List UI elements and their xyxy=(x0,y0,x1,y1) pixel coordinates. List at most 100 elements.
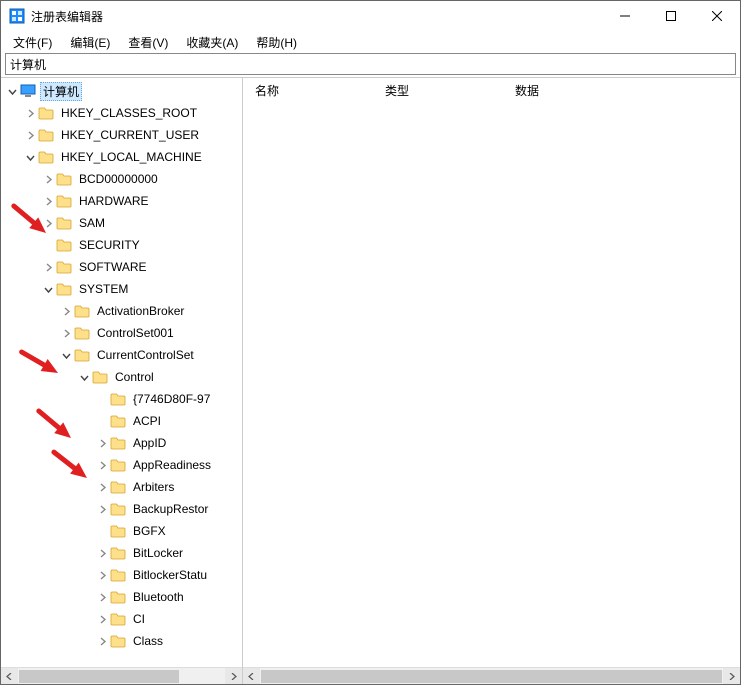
chevron-down-icon[interactable] xyxy=(77,370,91,384)
tree-node[interactable]: HKEY_LOCAL_MACHINE xyxy=(1,146,242,168)
chevron-right-icon[interactable] xyxy=(95,612,109,626)
window-buttons xyxy=(602,1,740,31)
tree-node[interactable]: HKEY_CLASSES_ROOT xyxy=(1,102,242,124)
minimize-button[interactable] xyxy=(602,1,648,31)
folder-icon xyxy=(110,414,126,428)
chevron-right-icon[interactable] xyxy=(95,480,109,494)
tree-node[interactable]: {7746D80F-97 xyxy=(1,388,242,410)
values-list[interactable] xyxy=(243,102,740,667)
folder-icon xyxy=(56,216,72,230)
scroll-right-icon[interactable] xyxy=(225,668,242,684)
tree-node[interactable]: BGFX xyxy=(1,520,242,542)
column-data[interactable]: 数据 xyxy=(503,78,740,103)
tree-node[interactable]: SYSTEM xyxy=(1,278,242,300)
scroll-left-icon[interactable] xyxy=(243,668,260,684)
tree-node-label: HKEY_CURRENT_USER xyxy=(58,127,202,143)
tree-node[interactable]: Control xyxy=(1,366,242,388)
address-bar[interactable]: 计算机 xyxy=(5,53,736,75)
values-hscrollbar[interactable] xyxy=(243,667,740,684)
tree-node[interactable]: BitLocker xyxy=(1,542,242,564)
folder-icon xyxy=(110,436,126,450)
chevron-right-icon[interactable] xyxy=(23,128,37,142)
tree-node[interactable]: AppReadiness xyxy=(1,454,242,476)
menubar: 文件(F) 编辑(E) 查看(V) 收藏夹(A) 帮助(H) xyxy=(1,31,740,53)
menu-file[interactable]: 文件(F) xyxy=(5,32,60,53)
chevron-right-icon[interactable] xyxy=(95,436,109,450)
chevron-right-icon[interactable] xyxy=(95,458,109,472)
tree-node[interactable]: Arbiters xyxy=(1,476,242,498)
tree-node-label: ACPI xyxy=(130,413,164,429)
tree-node[interactable]: Class xyxy=(1,630,242,652)
chevron-right-icon[interactable] xyxy=(95,634,109,648)
tree-node[interactable]: HARDWARE xyxy=(1,190,242,212)
menu-edit[interactable]: 编辑(E) xyxy=(62,32,118,53)
chevron-right-icon[interactable] xyxy=(95,568,109,582)
tree-node[interactable]: ControlSet001 xyxy=(1,322,242,344)
folder-icon xyxy=(56,172,72,186)
tree-node-label: 计算机 xyxy=(40,82,82,101)
chevron-right-icon[interactable] xyxy=(59,304,73,318)
chevron-right-icon[interactable] xyxy=(95,502,109,516)
column-type[interactable]: 类型 xyxy=(373,78,503,103)
tree-node[interactable]: HKEY_CURRENT_USER xyxy=(1,124,242,146)
tree-hscrollbar[interactable] xyxy=(1,667,242,684)
scroll-left-icon[interactable] xyxy=(1,668,18,684)
menu-help[interactable]: 帮助(H) xyxy=(248,32,305,53)
tree-node[interactable]: SAM xyxy=(1,212,242,234)
chevron-down-icon[interactable] xyxy=(41,282,55,296)
registry-tree[interactable]: 计算机HKEY_CLASSES_ROOT HKEY_CURRENT_USER HKE… xyxy=(1,78,242,667)
menu-favorites[interactable]: 收藏夹(A) xyxy=(178,32,246,53)
tree-node[interactable]: Bluetooth xyxy=(1,586,242,608)
tree-node-label: Bluetooth xyxy=(130,589,187,605)
folder-icon xyxy=(56,282,72,296)
column-name[interactable]: 名称 xyxy=(243,78,373,103)
column-headers: 名称 类型 数据 xyxy=(243,78,740,102)
tree-node[interactable]: ACPI xyxy=(1,410,242,432)
chevron-right-icon[interactable] xyxy=(23,106,37,120)
tree-node[interactable]: ActivationBroker xyxy=(1,300,242,322)
tree-node-label: Control xyxy=(112,369,157,385)
tree-node[interactable]: CurrentControlSet xyxy=(1,344,242,366)
app-icon xyxy=(9,8,25,24)
tree-node-label: Arbiters xyxy=(130,479,177,495)
chevron-down-icon[interactable] xyxy=(23,150,37,164)
tree-node[interactable]: BCD00000000 xyxy=(1,168,242,190)
tree-node[interactable]: BackupRestor xyxy=(1,498,242,520)
chevron-right-icon[interactable] xyxy=(95,590,109,604)
tree-node-label: SAM xyxy=(76,215,108,231)
tree-node-label: CI xyxy=(130,611,148,627)
tree-node-label: HARDWARE xyxy=(76,193,152,209)
folder-icon xyxy=(74,304,90,318)
tree-node-label: ActivationBroker xyxy=(94,303,187,319)
chevron-right-icon[interactable] xyxy=(41,260,55,274)
chevron-down-icon[interactable] xyxy=(5,84,19,98)
window-title: 注册表编辑器 xyxy=(31,8,602,25)
tree-node-label: AppReadiness xyxy=(130,457,214,473)
folder-icon xyxy=(56,194,72,208)
chevron-right-icon[interactable] xyxy=(41,194,55,208)
folder-icon xyxy=(110,502,126,516)
scroll-right-icon[interactable] xyxy=(723,668,740,684)
tree-node[interactable]: AppID xyxy=(1,432,242,454)
menu-view[interactable]: 查看(V) xyxy=(120,32,176,53)
chevron-right-icon[interactable] xyxy=(41,172,55,186)
close-button[interactable] xyxy=(694,1,740,31)
tree-node[interactable]: CI xyxy=(1,608,242,630)
tree-node[interactable]: 计算机 xyxy=(1,80,242,102)
tree-node-label: HKEY_LOCAL_MACHINE xyxy=(58,149,205,165)
folder-icon xyxy=(92,370,108,384)
scroll-thumb[interactable] xyxy=(261,670,722,683)
tree-node[interactable]: SECURITY xyxy=(1,234,242,256)
tree-pane: 计算机HKEY_CLASSES_ROOT HKEY_CURRENT_USER HKE… xyxy=(1,78,243,684)
scroll-thumb[interactable] xyxy=(19,670,179,683)
chevron-right-icon[interactable] xyxy=(95,546,109,560)
folder-icon xyxy=(110,458,126,472)
tree-node[interactable]: SOFTWARE xyxy=(1,256,242,278)
folder-icon xyxy=(74,348,90,362)
tree-node[interactable]: BitlockerStatu xyxy=(1,564,242,586)
chevron-right-icon[interactable] xyxy=(41,216,55,230)
chevron-down-icon[interactable] xyxy=(59,348,73,362)
folder-icon xyxy=(110,568,126,582)
chevron-right-icon[interactable] xyxy=(59,326,73,340)
maximize-button[interactable] xyxy=(648,1,694,31)
